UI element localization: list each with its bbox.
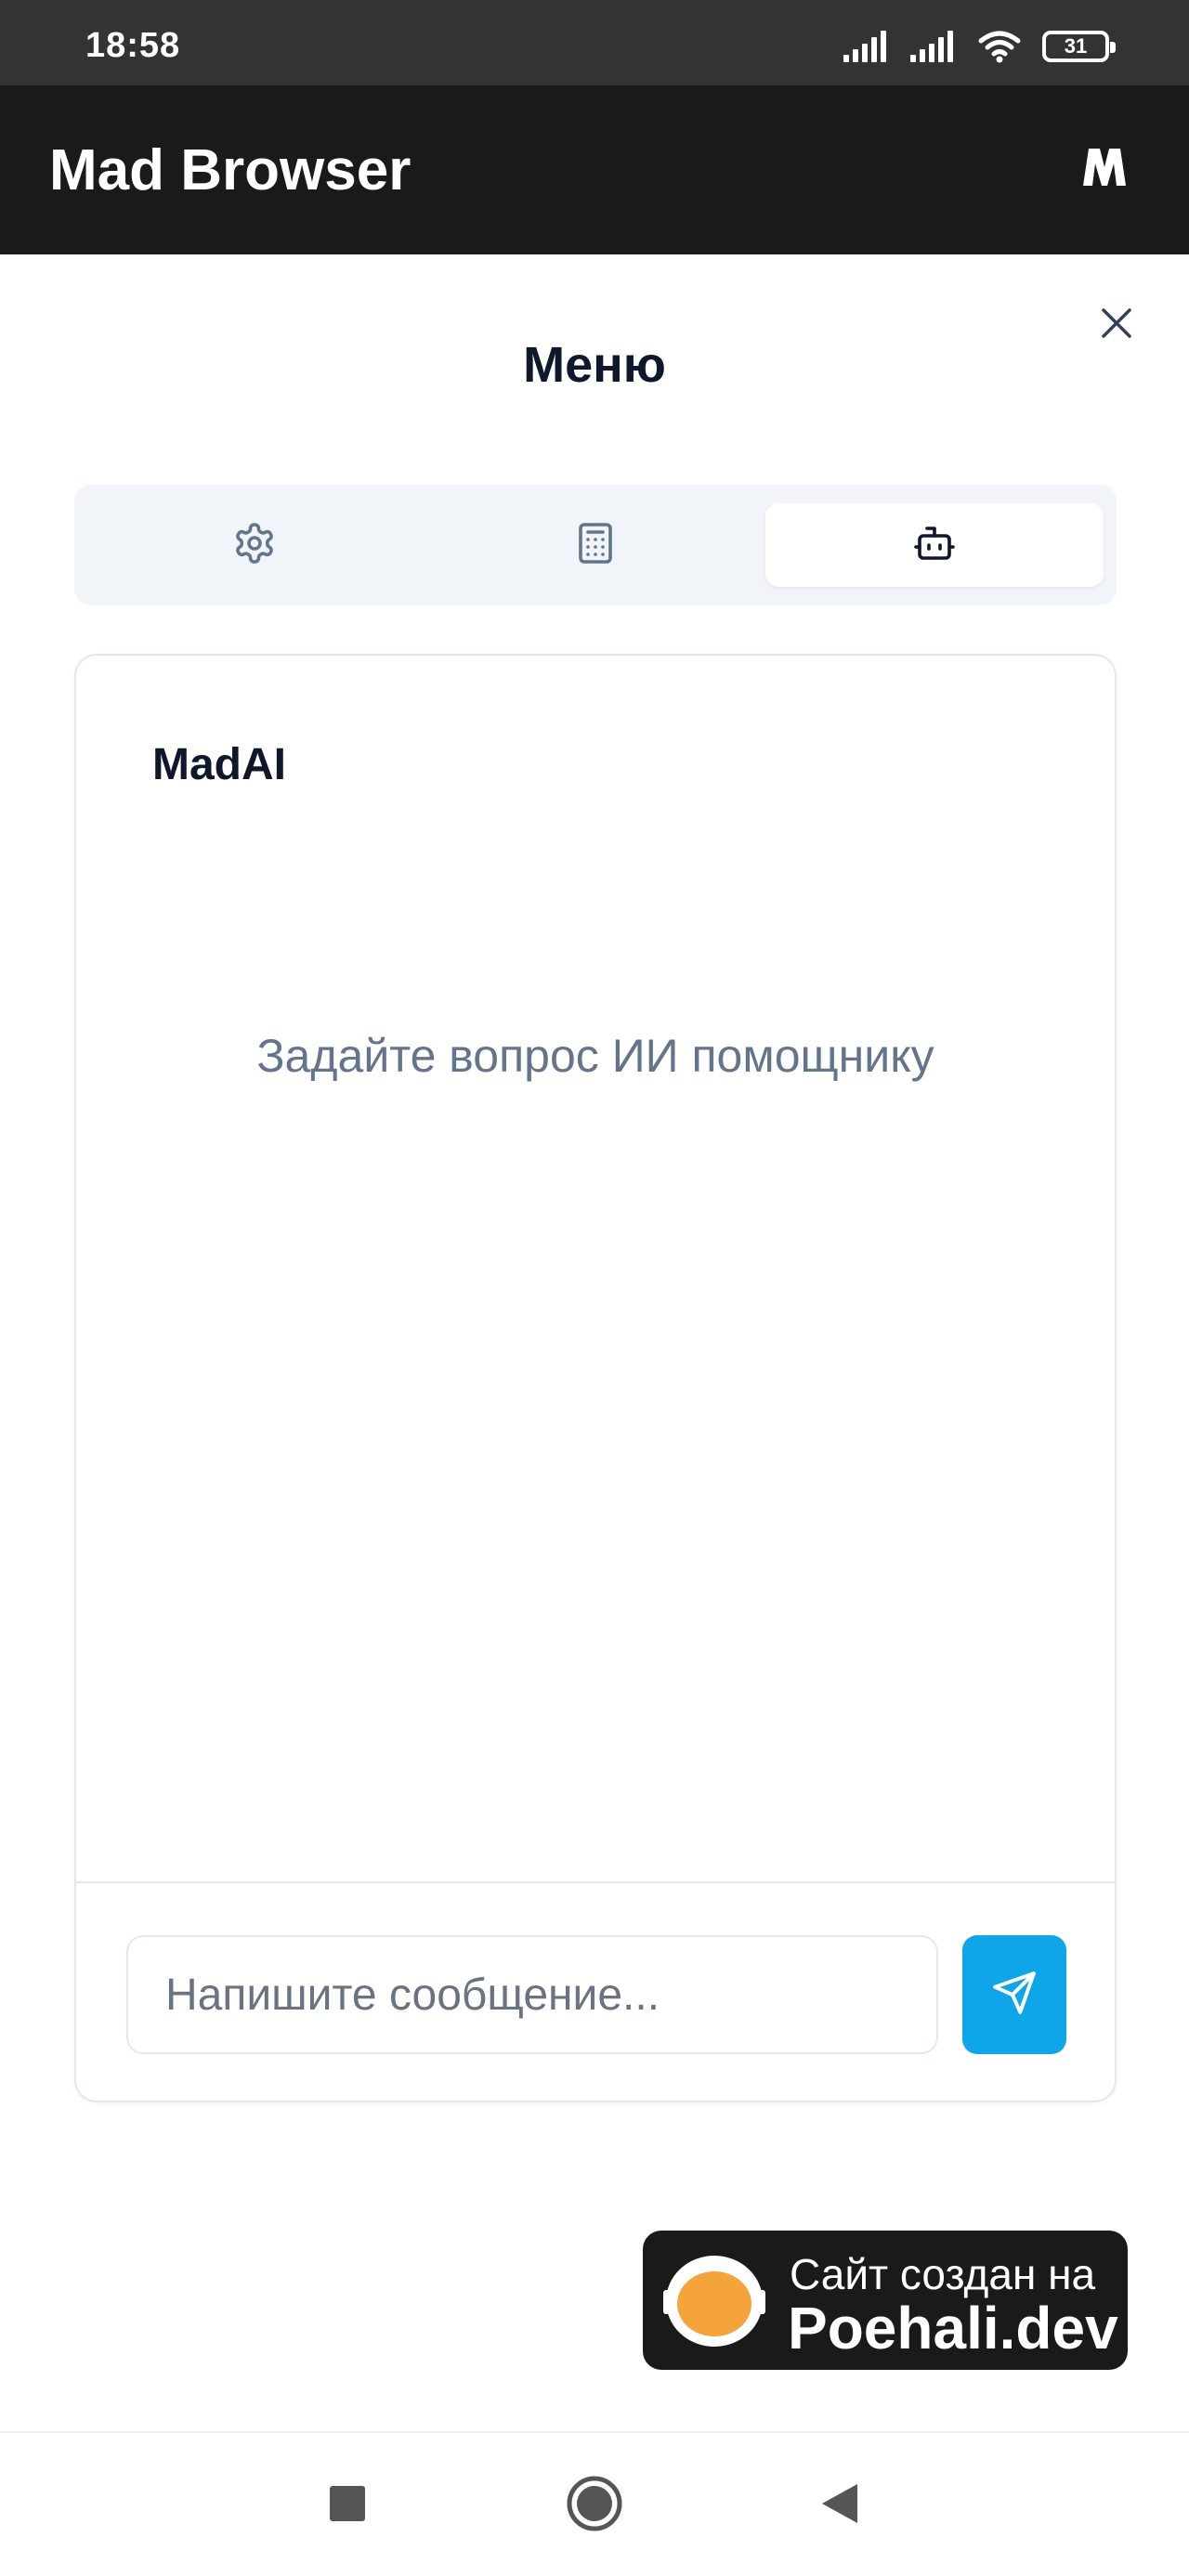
signal-icon-2 bbox=[910, 31, 957, 62]
badge-caption: Сайт создан на bbox=[790, 2250, 1096, 2298]
tab-ai-assistant[interactable] bbox=[765, 503, 1104, 587]
app-title: Mad Browser bbox=[49, 138, 412, 202]
empty-chat-hint: Задайте вопрос ИИ помощнику bbox=[256, 1030, 934, 1082]
tab-calculator[interactable] bbox=[426, 503, 764, 587]
recent-apps-icon bbox=[330, 2485, 365, 2526]
home-button[interactable] bbox=[565, 2476, 624, 2535]
menu-tabs bbox=[74, 485, 1117, 605]
tab-settings[interactable] bbox=[85, 503, 424, 587]
status-icons: 31 bbox=[843, 28, 1116, 65]
chat-title: MadAI bbox=[152, 740, 286, 789]
calculator-icon bbox=[573, 521, 618, 570]
chat-divider bbox=[76, 1881, 1115, 1883]
app-bar: Mad Browser bbox=[0, 85, 1189, 254]
status-time: 18:58 bbox=[85, 26, 181, 65]
recent-apps-button[interactable] bbox=[318, 2476, 377, 2535]
status-bar: 18:58 31 bbox=[0, 0, 1189, 85]
back-button[interactable] bbox=[810, 2476, 869, 2535]
battery-level: 31 bbox=[1064, 34, 1088, 58]
battery-icon: 31 bbox=[1042, 31, 1116, 62]
send-button[interactable] bbox=[962, 1935, 1066, 2054]
wifi-icon bbox=[977, 30, 1022, 63]
back-icon bbox=[820, 2482, 859, 2530]
badge-brand: Poehali.dev bbox=[788, 2295, 1118, 2361]
poehali-badge[interactable]: Сайт создан на Poehali.dev bbox=[643, 2231, 1128, 2370]
gear-icon bbox=[232, 521, 277, 570]
chat-card: MadAI Задайте вопрос ИИ помощнику bbox=[74, 654, 1117, 2102]
home-icon bbox=[566, 2475, 623, 2537]
signal-icon bbox=[843, 31, 890, 62]
mad-logo-icon[interactable] bbox=[1081, 147, 1128, 192]
message-input[interactable] bbox=[126, 1935, 938, 2054]
menu-title: Меню bbox=[523, 337, 666, 393]
astronaut-helmet-icon bbox=[663, 2253, 765, 2354]
send-icon bbox=[991, 1970, 1038, 2021]
system-nav-bar bbox=[0, 2431, 1189, 2576]
bot-icon bbox=[912, 521, 957, 570]
